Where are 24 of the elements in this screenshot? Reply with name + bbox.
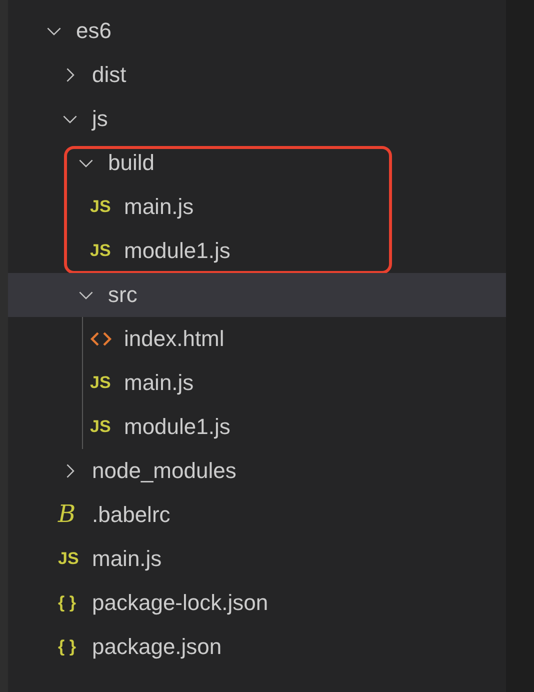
tree-item[interactable]: build bbox=[8, 141, 506, 185]
tree-item[interactable]: src bbox=[8, 273, 506, 317]
js-icon: JS bbox=[90, 372, 111, 394]
tree-item[interactable]: JS main.js bbox=[8, 361, 506, 405]
tree-item[interactable]: JS module1.js bbox=[8, 229, 506, 273]
tree-item[interactable]: JS main.js bbox=[8, 537, 506, 581]
tree-item[interactable]: node_modules bbox=[8, 449, 506, 493]
braces-icon: { } bbox=[58, 636, 76, 658]
tree-item[interactable]: JS module1.js bbox=[8, 405, 506, 449]
tree-item[interactable]: { } package.json bbox=[8, 625, 506, 669]
code-brackets-icon bbox=[90, 331, 112, 347]
tree-item[interactable]: { } package-lock.json bbox=[8, 581, 506, 625]
js-icon: JS bbox=[90, 240, 111, 262]
js-icon: JS bbox=[90, 196, 111, 218]
tree-item[interactable]: es6 bbox=[8, 9, 506, 53]
tree-item[interactable]: dist bbox=[8, 53, 506, 97]
tree-item[interactable]: B .babelrc bbox=[8, 493, 506, 537]
js-icon: JS bbox=[58, 548, 79, 570]
tree-item[interactable]: index.html bbox=[8, 317, 506, 361]
tree-item[interactable]: JS main.js bbox=[8, 185, 506, 229]
js-icon: JS bbox=[90, 416, 111, 438]
braces-icon: { } bbox=[58, 592, 76, 614]
babel-icon: B bbox=[58, 502, 76, 526]
tree-item[interactable]: js bbox=[8, 97, 506, 141]
